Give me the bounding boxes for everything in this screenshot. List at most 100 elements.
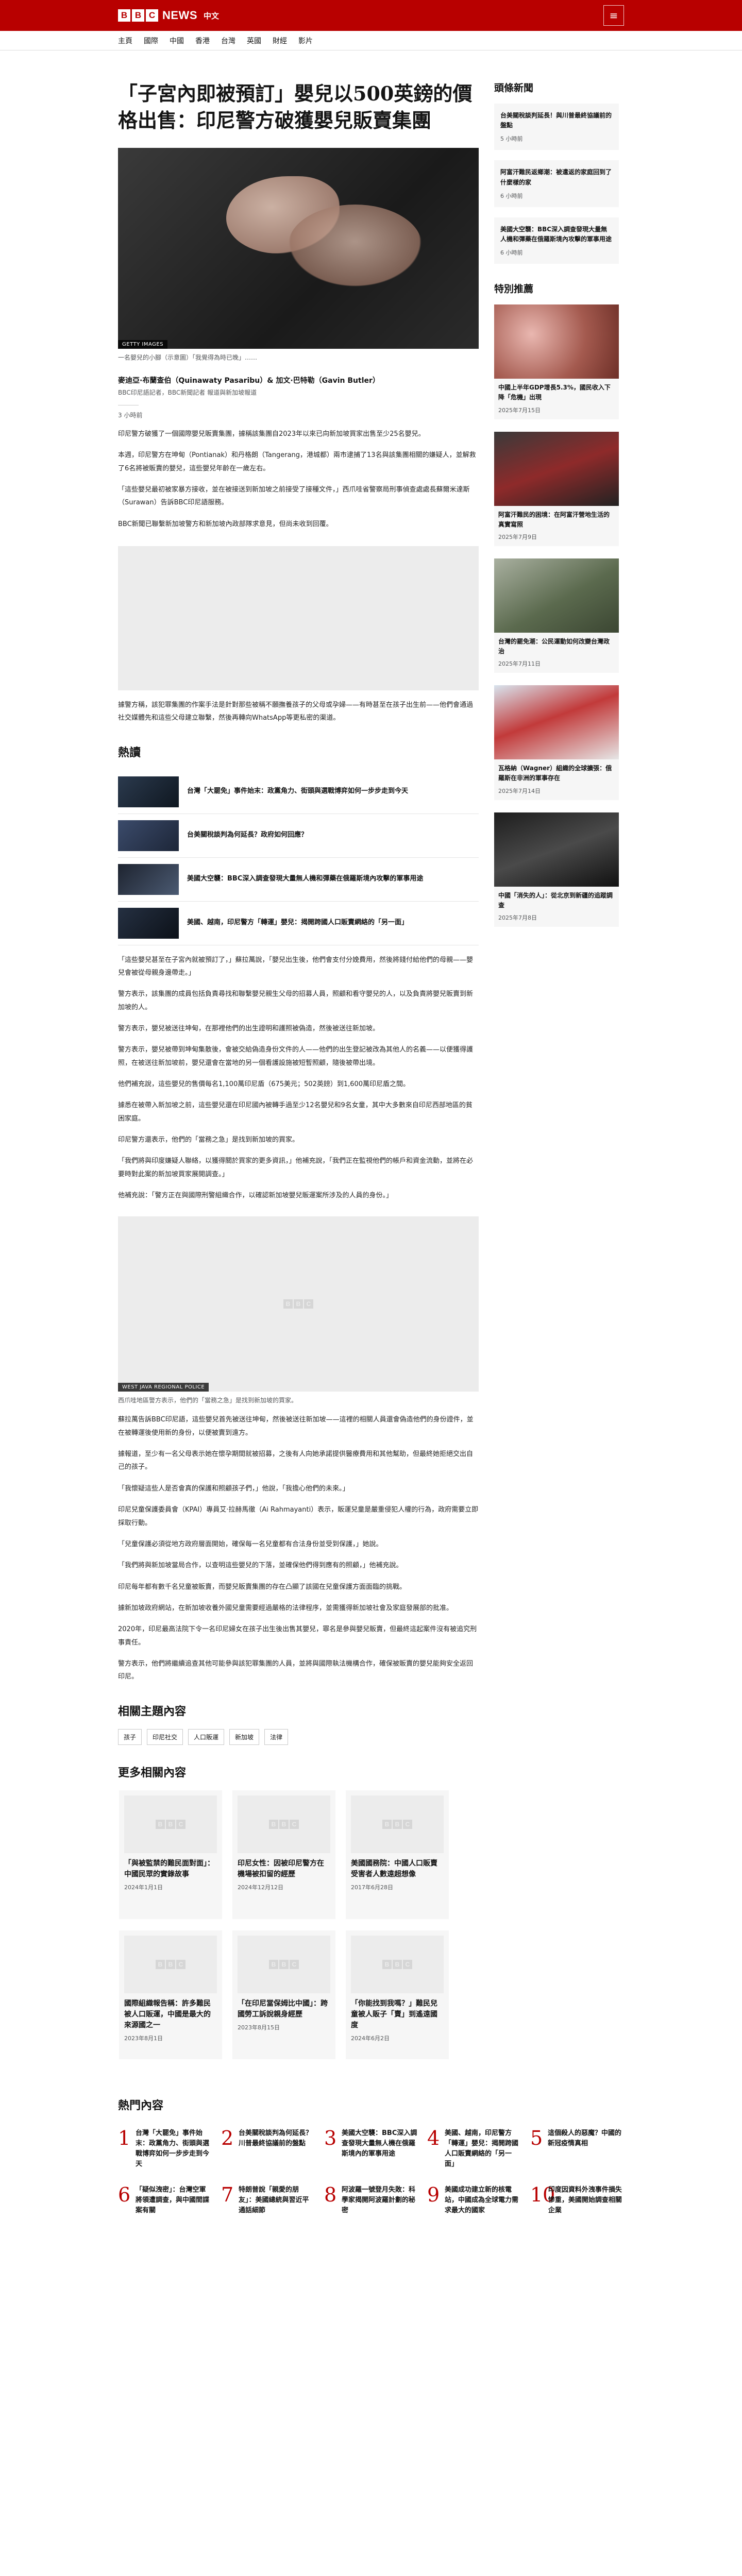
most-read-item[interactable]: 5 這個殺人的惡魔？中國的新冠疫情真相 xyxy=(530,2128,624,2170)
trending-item[interactable]: 台美關稅談判為何延長？政府如何回應？ xyxy=(118,814,479,858)
bbc-news-logo[interactable]: B B C NEWS 中文 xyxy=(118,9,219,22)
most-read-item[interactable]: 10 印度因資料外洩事件損失慘重，美國開始調查相關企業 xyxy=(530,2185,624,2216)
most-read-title: 台美關稅談判為何延長？川普最終協議前的盤點 xyxy=(239,2129,313,2147)
trending-title: 美國大空襲：BBC深入調查發現大量無人機和彈藥在俄羅斯境內攻擊的軍事用途 xyxy=(187,875,424,883)
most-read-item[interactable]: 2 台美關稅談判為何延長？川普最終協議前的盤點 xyxy=(221,2128,315,2170)
hero-image: GETTY IMAGES xyxy=(118,147,479,349)
trending-heading: 熱讀 xyxy=(118,746,141,759)
most-read-item[interactable]: 7 特朗普說「親愛的朋友」：美國總統與習近平通話細節 xyxy=(221,2185,315,2216)
most-read-title: 美國大空襲：BBC深入調查發現大量無人機在俄羅斯境內的軍事用途 xyxy=(342,2129,417,2158)
most-read-item[interactable]: 1 台灣「大罷免」事件始末：政黨角力、街頭與選戰博弈如何一步步走到今天 xyxy=(118,2128,212,2170)
logo-language: 中文 xyxy=(204,11,220,21)
most-read-item[interactable]: 9 美國成功建立新的核電站，中國成為全球電力需求最大的國家 xyxy=(427,2185,521,2216)
most-read-item[interactable]: 8 阿波羅一號登月失敗：科學家揭開阿波羅計劃的秘密 xyxy=(324,2185,418,2216)
paragraph: 「這些嬰兒最初被家暴方接收，並在被接送到新加坡之前接受了接種文件，」西爪哇省警察… xyxy=(118,485,470,507)
featured-item[interactable]: 中國「消失的人」：從北京到新疆的追蹤調查 2025年7月8日 xyxy=(494,812,619,927)
paragraph: 2020年，印尼最高法院下令一名印尼婦女在孩子出生後出售其嬰兒，罪名是參與嬰兒販… xyxy=(118,1625,477,1647)
top-news-date: 6 小時前 xyxy=(500,192,523,199)
featured-item[interactable]: 阿富汗難民的困境：在阿富汗營地生活的真實寫照 2025年7月9日 xyxy=(494,431,619,546)
related-card[interactable]: BBC 美國國務院：中國人口販賣受害者人數遠超想像 2017年6月28日 xyxy=(346,1790,449,1919)
most-read-item[interactable]: 3 美國大空襲：BBC深入調查發現大量無人機在俄羅斯境內的軍事用途 xyxy=(324,2128,418,2170)
top-news-date: 5 小時前 xyxy=(500,135,523,143)
most-read-item[interactable]: 6 「疑似洩密」：台灣空軍將領遭調查，與中國間諜案有關 xyxy=(118,2185,212,2216)
menu-button[interactable]: ≡ xyxy=(603,5,624,26)
rank-number: 10 xyxy=(530,2183,555,2207)
paragraph: 印尼警方破獲了一個國際嬰兒販賣集團，據稱該集團自2023年以來已向新加坡買家出售… xyxy=(118,430,425,438)
related-card[interactable]: BBC 「在印尼當保姆比中國」：跨國勞工訴說親身經歷 2023年8月15日 xyxy=(232,1930,335,2059)
hero-figure: GETTY IMAGES 一名嬰兒的小腳（示意圖）「我覺得為時已晚」…… xyxy=(118,147,479,362)
related-topics: 相關主題內容 孩子 印尼社交 人口販運 新加坡 法律 xyxy=(118,1702,479,1745)
topic-chip[interactable]: 人口販運 xyxy=(188,1728,225,1745)
hamburger-icon: ≡ xyxy=(609,9,618,22)
nav-item-world[interactable]: 國際 xyxy=(144,36,158,46)
top-news-item[interactable]: 美國大空襲：BBC深入調查發現大量無人機和彈藥在俄羅斯境內攻擊的軍事用途 6 小… xyxy=(494,217,619,264)
most-read: 熱門內容 1 台灣「大罷免」事件始末：政黨角力、街頭與選戰博弈如何一步步走到今天 … xyxy=(118,2096,624,2247)
featured-thumbnail xyxy=(494,304,619,379)
image-credit: WEST JAVA REGIONAL POLICE xyxy=(118,1383,209,1392)
most-read-item[interactable]: 4 美國、越南，印尼警方「轉運」嬰兒：揭開跨國人口販賣網絡的「另一面」 xyxy=(427,2128,521,2170)
rank-number: 9 xyxy=(427,2183,440,2207)
featured-date: 2025年7月8日 xyxy=(498,914,537,921)
paragraph: 蘇拉萬告訴BBC印尼語，這些嬰兒首先被送往坤甸，然後被送往新加坡——這裡的相關人… xyxy=(118,1416,474,1437)
paragraph: 印尼兒童保護委員會（KPAI）專員艾·拉赫馬徹（Ai Rahmayanti）表示… xyxy=(118,1506,479,1527)
featured-item[interactable]: 中國上半年GDP增長5.3%，國民收入下降「危機」出現 2025年7月15日 xyxy=(494,304,619,419)
paragraph: 本週，印尼警方在坤甸（Pontianak）和丹格朗（Tangerang，港城都）… xyxy=(118,451,476,472)
logo-letter: B xyxy=(132,9,144,22)
most-read-title: 美國、越南，印尼警方「轉運」嬰兒：揭開跨國人口販賣網絡的「另一面」 xyxy=(445,2129,519,2168)
featured-item[interactable]: 瓦格納（Wagner）組織的全球擴張：俄羅斯在非洲的軍事存在 2025年7月14… xyxy=(494,685,619,800)
trending-item[interactable]: 美國大空襲：BBC深入調查發現大量無人機和彈藥在俄羅斯境內攻擊的軍事用途 xyxy=(118,858,479,902)
nav-item-china[interactable]: 中國 xyxy=(170,36,184,46)
rank-number: 5 xyxy=(530,2126,543,2149)
card-thumbnail: BBC xyxy=(238,1935,330,1993)
bbc-placeholder-icon: BBC xyxy=(283,1299,313,1309)
featured-date: 2025年7月9日 xyxy=(498,533,537,540)
trending-section: 熱讀 台灣「大罷免」事件始末：政黨角力、街頭與選戰博弈如何一步步走到今天 台美關… xyxy=(118,743,479,945)
featured-item[interactable]: 台灣的罷免潮：公民運動如何改變台灣政治 2025年7月11日 xyxy=(494,558,619,673)
logo-letter: C xyxy=(146,9,158,22)
rank-number: 6 xyxy=(118,2183,131,2207)
card-date: 2017年6月28日 xyxy=(351,1884,393,1891)
featured-title: 中國上半年GDP增長5.3%，國民收入下降「危機」出現 xyxy=(498,384,611,401)
topic-chip[interactable]: 新加坡 xyxy=(229,1728,260,1745)
more-related: 更多相關內容 BBC 「與被監禁的難民面對面」：中國民眾的實錄故事 2024年1… xyxy=(118,1764,479,2059)
top-news-item[interactable]: 台美關稅談判延長！與川普最終協議前的盤點 5 小時前 xyxy=(494,104,619,150)
trending-title: 美國、越南，印尼警方「轉運」嬰兒：揭開跨國人口販賣網絡的「另一面」 xyxy=(187,919,409,927)
card-thumbnail: BBC xyxy=(351,1795,444,1853)
paragraph: 「這些嬰兒甚至在子宮內就被預訂了，」蘇拉萬說，「嬰兒出生後，他們會支付分娩費用，… xyxy=(118,956,474,977)
nav-item-uk[interactable]: 英國 xyxy=(247,36,261,46)
featured-thumbnail xyxy=(494,685,619,760)
featured-title: 瓦格納（Wagner）組織的全球擴張：俄羅斯在非洲的軍事存在 xyxy=(498,765,612,782)
paragraph: 警方表示，他們將繼續追查其他可能參與該犯罪集團的人員，並將與國際執法機構合作，確… xyxy=(118,1659,474,1681)
paragraph: 警方表示，嬰兒被帶到坤甸集散後，會被交給偽造身份文件的人——他們的出生登記被改為… xyxy=(118,1046,474,1067)
nav-item-taiwan[interactable]: 台灣 xyxy=(221,36,235,46)
related-card[interactable]: BBC 「你能找到我嗎？」難民兒童被人販子「賣」到遙遠國度 2024年6月2日 xyxy=(346,1930,449,2059)
paragraph: 據警方稱，該犯罪集團的作案手法是針對那些被稱不願撫養孩子的父母或孕婦——有時甚至… xyxy=(118,701,474,722)
top-news-item[interactable]: 阿富汗難民返鄉潮：被遣返的家庭回到了什麼樣的家 6 小時前 xyxy=(494,160,619,207)
related-card[interactable]: BBC 印尼女性：因被印尼警方在機場被扣留的經歷 2024年12月12日 xyxy=(232,1790,335,1919)
card-title: 「與被監禁的難民面對面」：中國民眾的實錄故事 xyxy=(124,1859,214,1878)
top-news-title: 阿富汗難民返鄉潮：被遣返的家庭回到了什麼樣的家 xyxy=(500,168,612,186)
author-names: 麥迪亞·布蘭查伯（Quinawaty Pasaribu）& 加文·巴特勒（Gav… xyxy=(118,376,380,385)
related-card[interactable]: BBC 「與被監禁的難民面對面」：中國民眾的實錄故事 2024年1月1日 xyxy=(119,1790,222,1919)
trending-item[interactable]: 美國、越南，印尼警方「轉運」嬰兒：揭開跨國人口販賣網絡的「另一面」 xyxy=(118,902,479,945)
sidebar: 頭條新聞 台美關稅談判延長！與川普最終協議前的盤點 5 小時前 阿富汗難民返鄉潮… xyxy=(494,80,619,2059)
author-roles: BBC印尼語記者，BBC新聞記者 報道與新加坡報道 xyxy=(118,388,257,396)
paragraph: 「我們將與新加坡當局合作，以查明這些嬰兒的下落，並確保他們得到應有的照顧，」他補… xyxy=(118,1562,403,1570)
nav-item-home[interactable]: 主頁 xyxy=(118,36,132,46)
featured-date: 2025年7月11日 xyxy=(498,660,541,668)
trending-item[interactable]: 台灣「大罷免」事件始末：政黨角力、街頭與選戰博弈如何一步步走到今天 xyxy=(118,770,479,814)
paragraph: 印尼警方還表示，他們的「當務之急」是找到新加坡的買家。 xyxy=(118,1136,299,1144)
topic-chip[interactable]: 孩子 xyxy=(118,1728,142,1745)
nav-item-business[interactable]: 財經 xyxy=(273,36,287,46)
most-read-title: 「疑似洩密」：台灣空軍將領遭調查，與中國間諜案有關 xyxy=(136,2186,210,2215)
topic-chip[interactable]: 法律 xyxy=(264,1728,289,1745)
card-title: 「你能找到我嗎？」難民兒童被人販子「賣」到遙遠國度 xyxy=(351,1999,437,2029)
nav-item-hongkong[interactable]: 香港 xyxy=(195,36,210,46)
topic-chip[interactable]: 印尼社交 xyxy=(147,1728,183,1745)
section-nav: 主頁 國際 中國 香港 台灣 英國 財經 影片 xyxy=(0,31,742,50)
nav-item-video[interactable]: 影片 xyxy=(298,36,313,46)
bbc-placeholder-icon: BBC xyxy=(156,1959,185,1969)
related-card[interactable]: BBC 國際組織報告稱：許多難民被人口販運，中國是最大的來源國之一 2023年8… xyxy=(119,1930,222,2059)
paragraph: 據新加坡政府網站，在新加坡收養外國兒童需要經過嚴格的法律程序，並需獲得新加坡社會… xyxy=(118,1604,453,1612)
paragraph: 「我懷疑這些人是否會真的保護和照顧孩子們，」他說，「我擔心他們的未來。」 xyxy=(118,1484,349,1493)
